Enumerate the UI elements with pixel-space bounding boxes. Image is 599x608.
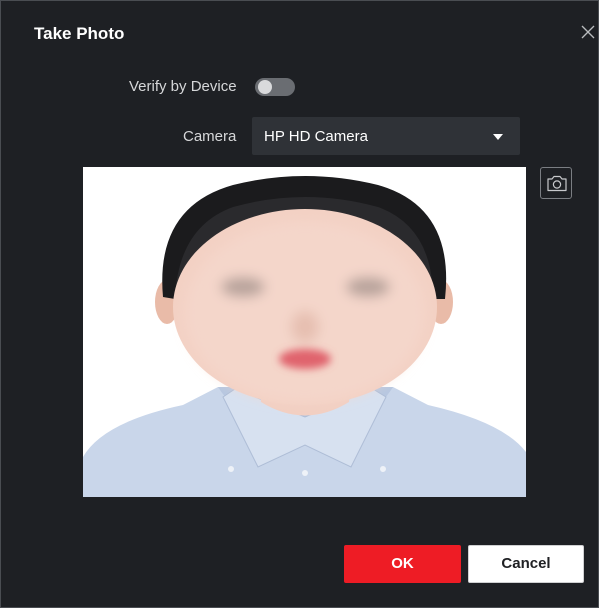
take-photo-dialog: Take Photo Verify by Device Camera HP HD… [0,0,599,608]
camera-icon [547,175,567,192]
camera-select[interactable]: HP HD Camera [252,117,520,155]
chevron-down-icon [493,134,503,140]
capture-photo-button[interactable] [540,167,572,199]
ok-button[interactable]: OK [344,545,461,583]
toggle-knob [258,80,272,94]
verify-by-device-toggle[interactable] [255,78,295,96]
camera-label: Camera [183,128,237,145]
cancel-button[interactable]: Cancel [468,545,584,583]
photo-preview [83,167,526,497]
person-portrait-image [83,167,526,497]
camera-select-value: HP HD Camera [264,128,368,145]
verify-by-device-label: Verify by Device [129,78,237,95]
close-icon[interactable] [579,23,597,41]
dialog-title: Take Photo [34,24,125,43]
